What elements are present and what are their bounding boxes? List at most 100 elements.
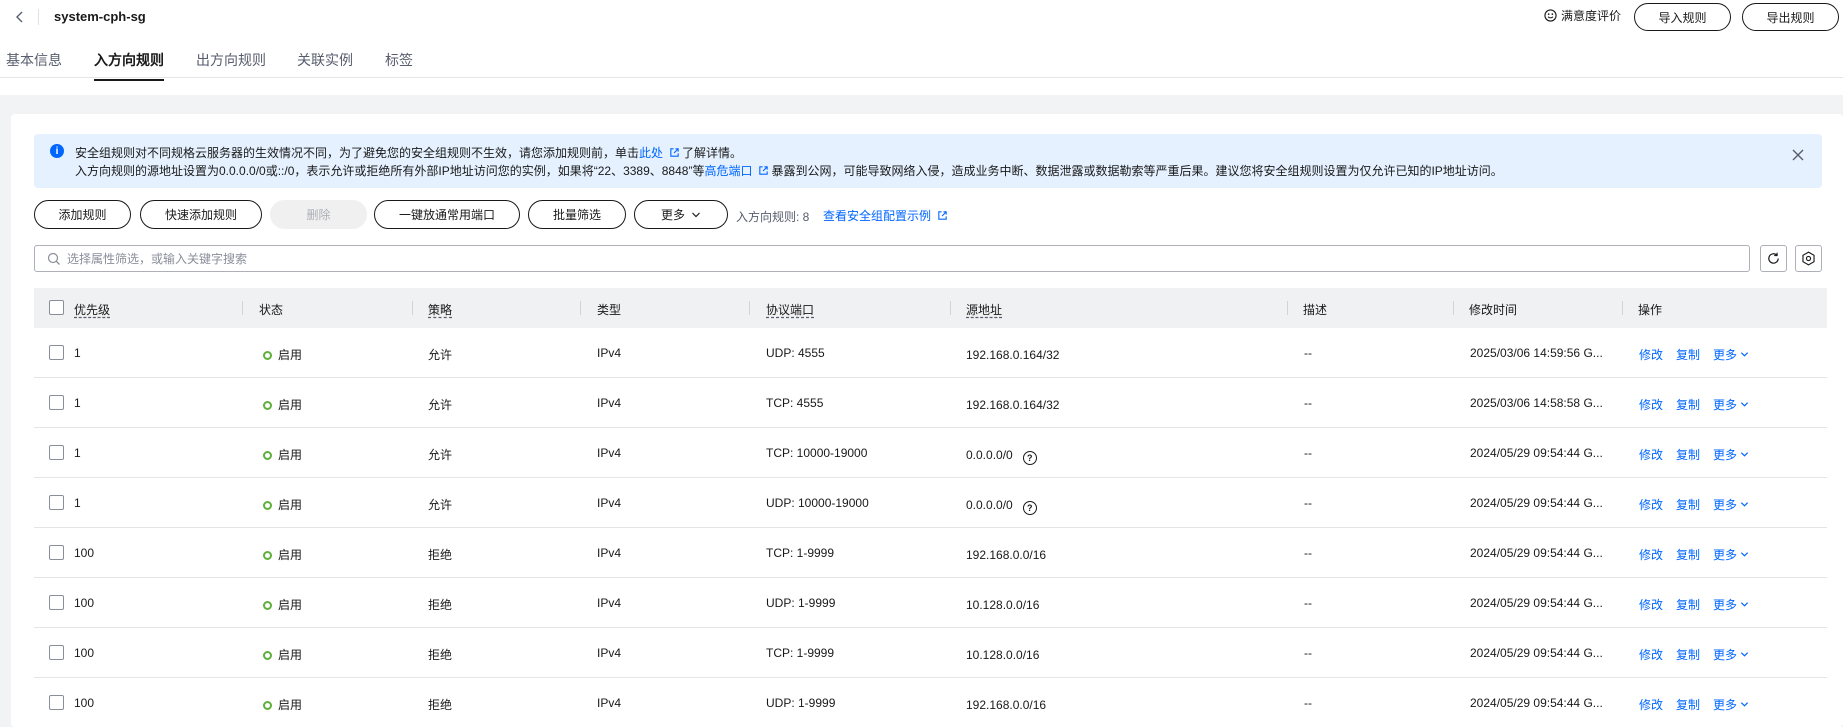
- tab-outbound-rules[interactable]: 出方向规则: [196, 50, 266, 79]
- col-separator: [1622, 301, 1623, 315]
- col-policy[interactable]: 策略: [428, 301, 452, 318]
- page-title: system-cph-sg: [54, 9, 146, 24]
- cell-modified-time: 2024/05/29 09:54:44 G...: [1470, 546, 1603, 560]
- edit-link[interactable]: 修改: [1639, 496, 1663, 513]
- col-status: 状态: [259, 303, 284, 317]
- header-divider: [38, 9, 39, 25]
- import-rules-button[interactable]: 导入规则: [1634, 3, 1731, 31]
- chevron-down-icon: [1740, 502, 1749, 507]
- cell-port: TCP: 10000-19000: [766, 446, 868, 460]
- more-ops-label: 更多: [1713, 448, 1738, 462]
- chevron-down-icon: [1740, 702, 1749, 707]
- cell-type: IPv4: [597, 596, 622, 610]
- col-priority[interactable]: 优先级: [74, 301, 110, 318]
- back-button[interactable]: [10, 7, 30, 27]
- question-icon[interactable]: ?: [1022, 451, 1037, 465]
- copy-link[interactable]: 复制: [1676, 546, 1700, 563]
- tab-inbound-rules[interactable]: 入方向规则: [94, 50, 164, 81]
- edit-link[interactable]: 修改: [1639, 396, 1663, 413]
- more-ops-link[interactable]: 更多: [1713, 696, 1749, 713]
- refresh-button[interactable]: [1760, 245, 1787, 272]
- cell-policy: 允许: [428, 498, 453, 512]
- delete-button[interactable]: 删除: [270, 200, 367, 229]
- config-example-link[interactable]: 查看安全组配置示例: [823, 207, 950, 224]
- col-port[interactable]: 协议端口: [766, 301, 814, 318]
- export-rules-button[interactable]: 导出规则: [1742, 3, 1839, 31]
- copy-link[interactable]: 复制: [1676, 346, 1700, 363]
- row-checkbox[interactable]: [49, 345, 64, 360]
- quick-add-rule-button[interactable]: 快速添加规则: [140, 200, 262, 229]
- more-ops-link[interactable]: 更多: [1713, 596, 1749, 613]
- more-ops-label: 更多: [1713, 598, 1738, 612]
- close-icon[interactable]: [1790, 147, 1806, 163]
- tab-associated-instances[interactable]: 关联实例: [297, 50, 353, 79]
- copy-link[interactable]: 复制: [1676, 646, 1700, 663]
- search-input[interactable]: [67, 251, 1717, 266]
- cell-source: 0.0.0.0/0?: [966, 498, 1037, 515]
- col-source[interactable]: 源地址: [966, 301, 1002, 318]
- copy-link[interactable]: 复制: [1676, 496, 1700, 513]
- copy-link[interactable]: 复制: [1676, 396, 1700, 413]
- tab-basic-info[interactable]: 基本信息: [6, 50, 62, 79]
- row-checkbox[interactable]: [49, 595, 64, 610]
- status-label: 启用: [278, 448, 303, 462]
- row-checkbox[interactable]: [49, 645, 64, 660]
- chevron-down-icon: [1740, 402, 1749, 407]
- question-icon[interactable]: ?: [1022, 501, 1037, 515]
- chevron-left-icon: [16, 11, 23, 23]
- status-enabled-icon: [263, 701, 272, 710]
- more-ops-link[interactable]: 更多: [1713, 396, 1749, 413]
- cell-status: 启用: [263, 346, 302, 363]
- row-checkbox[interactable]: [49, 495, 64, 510]
- copy-link[interactable]: 复制: [1676, 596, 1700, 613]
- chevron-down-icon: [1740, 552, 1749, 557]
- cell-source: 10.128.0.0/16: [966, 598, 1039, 612]
- edit-link[interactable]: 修改: [1639, 446, 1663, 463]
- satisfaction-link[interactable]: 满意度评价: [1544, 7, 1621, 24]
- more-ops-link[interactable]: 更多: [1713, 346, 1749, 363]
- chevron-down-icon: [1740, 452, 1749, 457]
- tab-tags[interactable]: 标签: [385, 50, 413, 79]
- copy-link[interactable]: 复制: [1676, 446, 1700, 463]
- more-actions-button[interactable]: 更多: [634, 200, 728, 229]
- cell-type: IPv4: [597, 546, 622, 560]
- row-checkbox[interactable]: [49, 695, 64, 710]
- copy-link[interactable]: 复制: [1676, 696, 1700, 713]
- more-ops-link[interactable]: 更多: [1713, 496, 1749, 513]
- cell-status: 启用: [263, 496, 302, 513]
- more-ops-link[interactable]: 更多: [1713, 646, 1749, 663]
- more-ops-label: 更多: [1713, 398, 1738, 412]
- cell-type: IPv4: [597, 646, 622, 660]
- table-row: 100 启用 拒绝 IPv4 UDP: 1-9999 10.128.0.0/16…: [34, 578, 1827, 628]
- chevron-down-icon: [1740, 602, 1749, 607]
- batch-filter-button[interactable]: 批量筛选: [528, 200, 626, 229]
- settings-button[interactable]: [1795, 245, 1822, 272]
- more-ops-link[interactable]: 更多: [1713, 546, 1749, 563]
- row-checkbox[interactable]: [49, 545, 64, 560]
- open-common-ports-button[interactable]: 一键放通常用端口: [374, 200, 520, 229]
- cell-description: --: [1304, 696, 1312, 710]
- edit-link[interactable]: 修改: [1639, 596, 1663, 613]
- select-all-checkbox[interactable]: [49, 300, 64, 315]
- cell-modified-time: 2024/05/29 09:54:44 G...: [1470, 596, 1603, 610]
- status-enabled-icon: [263, 551, 272, 560]
- row-checkbox[interactable]: [49, 395, 64, 410]
- add-rule-button[interactable]: 添加规则: [34, 200, 131, 229]
- edit-link[interactable]: 修改: [1639, 546, 1663, 563]
- status-enabled-icon: [263, 401, 272, 410]
- cell-description: --: [1304, 496, 1312, 510]
- edit-link[interactable]: 修改: [1639, 696, 1663, 713]
- cell-type: IPv4: [597, 696, 622, 710]
- alert-details-link[interactable]: 此处: [639, 146, 663, 160]
- row-checkbox[interactable]: [49, 445, 64, 460]
- high-risk-ports-link[interactable]: 高危端口: [704, 164, 752, 178]
- cell-policy: 拒绝: [428, 598, 453, 612]
- more-ops-link[interactable]: 更多: [1713, 446, 1749, 463]
- source-value: 192.168.0.164/32: [966, 348, 1060, 362]
- cell-modified-time: 2025/03/06 14:58:58 G...: [1470, 396, 1603, 410]
- edit-link[interactable]: 修改: [1639, 346, 1663, 363]
- status-enabled-icon: [263, 351, 272, 360]
- cell-modified-time: 2024/05/29 09:54:44 G...: [1470, 446, 1603, 460]
- cell-priority: 1: [74, 396, 81, 410]
- edit-link[interactable]: 修改: [1639, 646, 1663, 663]
